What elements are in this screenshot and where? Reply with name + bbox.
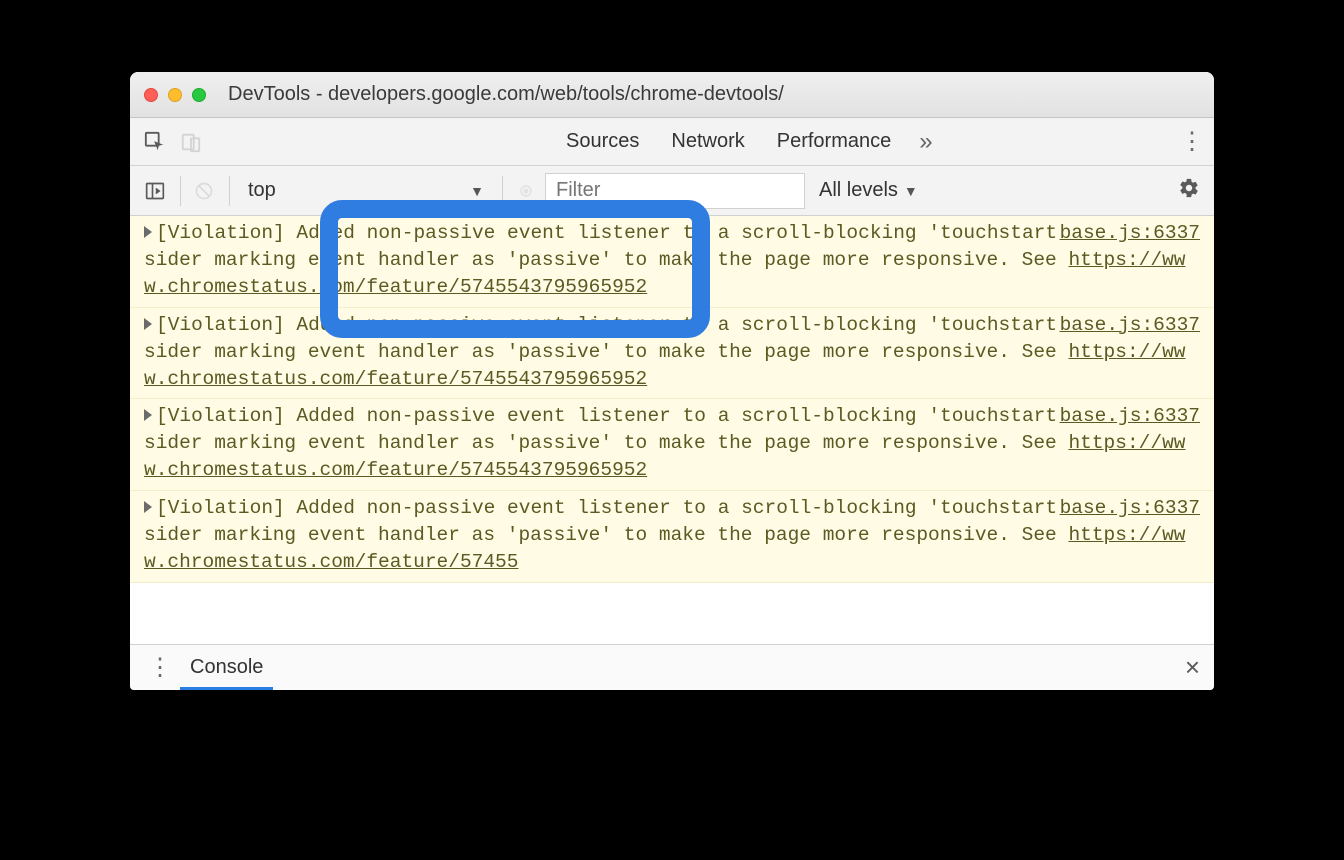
tab-bar: Sources Network Performance » ⋮ (130, 118, 1214, 166)
drawer: ⋮ Console × (130, 644, 1214, 690)
log-message: [Violation] Added non-passive event list… (144, 312, 1200, 393)
log-source-link[interactable]: base.js:6337 (1060, 403, 1200, 430)
zoom-window-button[interactable] (192, 88, 206, 102)
expand-caret-icon[interactable] (144, 226, 152, 238)
log-message-link[interactable]: https://www.chromestatus.com/feature/574… (144, 341, 1185, 390)
log-source-link[interactable]: base.js:6337 (1060, 495, 1200, 522)
close-window-button[interactable] (144, 88, 158, 102)
log-source-link[interactable]: base.js:6337 (1060, 312, 1200, 339)
expand-caret-icon[interactable] (144, 409, 152, 421)
window-title: DevTools - developers.google.com/web/too… (228, 83, 784, 106)
log-levels-selector[interactable]: All levels ▼ (819, 179, 918, 202)
titlebar: DevTools - developers.google.com/web/too… (130, 72, 1214, 118)
log-entry[interactable]: base.js:6337[Violation] Added non-passiv… (130, 308, 1214, 400)
separator (180, 176, 181, 206)
console-settings-icon[interactable] (1178, 177, 1200, 205)
devtools-window: DevTools - developers.google.com/web/too… (130, 72, 1214, 690)
separator (502, 176, 503, 206)
log-message-link[interactable]: https://www.chromestatus.com/feature/574… (144, 249, 1185, 298)
clear-console-icon[interactable] (187, 174, 221, 208)
separator (229, 176, 230, 206)
tab-performance[interactable]: Performance (761, 130, 908, 153)
drawer-tab-console[interactable]: Console (180, 646, 273, 690)
log-message: [Violation] Added non-passive event list… (144, 220, 1200, 301)
devtools-menu-icon[interactable]: ⋮ (1180, 127, 1204, 156)
console-log-area[interactable]: base.js:6337[Violation] Added non-passiv… (130, 216, 1214, 644)
device-toolbar-icon[interactable] (174, 125, 208, 159)
log-message-link[interactable]: https://www.chromestatus.com/feature/574… (144, 524, 1185, 573)
drawer-menu-icon[interactable]: ⋮ (140, 653, 180, 682)
console-toolbar: top ▼ All levels ▼ (130, 166, 1214, 216)
context-selector[interactable]: top ▼ (236, 173, 496, 209)
tab-sources[interactable]: Sources (550, 130, 655, 153)
log-message-link[interactable]: https://www.chromestatus.com/feature/574… (144, 432, 1185, 481)
chevron-down-icon: ▼ (904, 183, 918, 199)
tabs-overflow-button[interactable]: » (907, 128, 944, 156)
live-expression-icon[interactable] (509, 174, 543, 208)
log-entry[interactable]: base.js:6337[Violation] Added non-passiv… (130, 491, 1214, 583)
toggle-sidebar-icon[interactable] (138, 174, 172, 208)
log-entry[interactable]: base.js:6337[Violation] Added non-passiv… (130, 399, 1214, 491)
tab-network[interactable]: Network (655, 130, 760, 153)
filter-input[interactable] (545, 173, 805, 209)
chevron-down-icon: ▼ (470, 183, 484, 199)
log-levels-label: All levels (819, 179, 898, 202)
log-message: [Violation] Added non-passive event list… (144, 495, 1200, 576)
context-selector-value: top (248, 179, 276, 202)
log-entry[interactable]: base.js:6337[Violation] Added non-passiv… (130, 216, 1214, 308)
inspect-icon[interactable] (138, 125, 172, 159)
close-icon[interactable]: × (1185, 652, 1200, 683)
log-source-link[interactable]: base.js:6337 (1060, 220, 1200, 247)
traffic-lights (144, 88, 206, 102)
minimize-window-button[interactable] (168, 88, 182, 102)
expand-caret-icon[interactable] (144, 501, 152, 513)
log-message: [Violation] Added non-passive event list… (144, 403, 1200, 484)
expand-caret-icon[interactable] (144, 318, 152, 330)
